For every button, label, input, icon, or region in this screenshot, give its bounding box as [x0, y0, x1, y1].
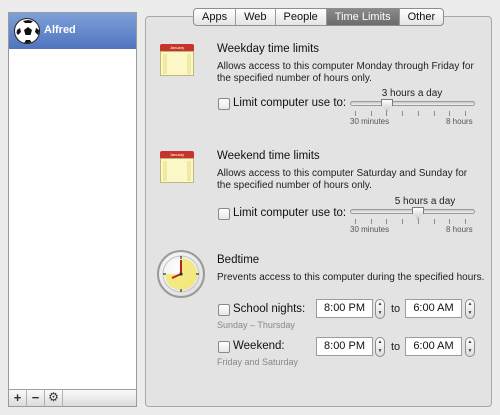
calendar-cell: [187, 177, 191, 181]
school-nights-to-label: to: [391, 303, 401, 315]
slider-tick: [402, 219, 403, 224]
slider-tick: [465, 111, 466, 116]
calendar-cell: [187, 70, 191, 74]
sidebar-toolbar: + − ⚙: [9, 389, 136, 406]
weekday-limit-checkbox[interactable]: [218, 98, 230, 110]
tab-apps[interactable]: Apps: [194, 9, 237, 25]
weekend-slider-ticks: [355, 219, 466, 224]
tab-web[interactable]: Web: [236, 9, 276, 25]
weekend-to-label: to: [391, 341, 401, 353]
slider-tick: [418, 219, 419, 224]
slider-tick: [434, 219, 435, 224]
weekend-end-time[interactable]: 6:00 AM: [405, 337, 462, 356]
weekend-bedtime-checkbox[interactable]: [218, 341, 230, 353]
tab-people[interactable]: People: [276, 9, 327, 25]
slider-tick: [355, 219, 356, 224]
slider-tick: [465, 219, 466, 224]
user-row-selected[interactable]: Alfred: [9, 13, 136, 49]
weekend-limit-label: Limit computer use to:: [233, 207, 347, 219]
slider-tick: [402, 111, 403, 116]
weekend-start-time[interactable]: 8:00 PM: [316, 337, 373, 356]
weekday-slider-track[interactable]: [350, 101, 475, 106]
weekend-value-label: 5 hours a day: [394, 196, 456, 207]
weekday-limit-label: Limit computer use to:: [233, 97, 347, 109]
weekend-end-stepper[interactable]: ▲ ▼: [465, 337, 475, 357]
weekday-value-label: 3 hours a day: [381, 88, 443, 99]
weekday-title: Weekday time limits: [217, 43, 320, 55]
slider-tick: [371, 111, 372, 116]
slider-tick: [418, 111, 419, 116]
weekday-max-label: 8 hours: [446, 117, 473, 126]
weekend-start-stepper[interactable]: ▲ ▼: [375, 337, 385, 357]
slider-tick: [386, 111, 387, 116]
remove-user-button[interactable]: −: [27, 390, 45, 406]
gear-icon[interactable]: ⚙: [45, 390, 63, 406]
school-nights-start-time[interactable]: 8:00 PM: [316, 299, 373, 318]
weekend-bedtime-days: Friday and Saturday: [217, 357, 299, 367]
weekend-calendar-icon: January: [160, 151, 194, 183]
slider-tick: [355, 111, 356, 116]
tab-time-limits[interactable]: Time Limits: [326, 9, 400, 25]
add-user-button[interactable]: +: [9, 390, 27, 406]
weekday-description: Allows access to this computer Monday th…: [217, 61, 474, 84]
school-nights-end-time[interactable]: 6:00 AM: [405, 299, 462, 318]
bedtime-title: Bedtime: [217, 254, 260, 266]
school-nights-checkbox[interactable]: [218, 304, 230, 316]
slider-tick: [449, 219, 450, 224]
tab-other[interactable]: Other: [400, 9, 444, 25]
weekday-min-label: 30 minutes: [350, 117, 390, 126]
school-nights-start-stepper[interactable]: ▲ ▼: [375, 299, 385, 319]
weekend-description: Allows access to this computer Saturday …: [217, 168, 468, 191]
tab-bar: Apps Web People Time Limits Other: [193, 8, 445, 26]
weekend-min-label: 30 minutes: [350, 225, 390, 234]
weekend-limit-checkbox[interactable]: [218, 208, 230, 220]
clock-icon: [157, 250, 205, 298]
bedtime-description: Prevents access to this computer during …: [217, 272, 485, 283]
soccer-ball-avatar-icon: [14, 18, 40, 44]
weekday-calendar-icon: January: [160, 44, 194, 76]
school-nights-end-stepper[interactable]: ▲ ▼: [465, 299, 475, 319]
slider-tick: [371, 219, 372, 224]
slider-tick: [434, 111, 435, 116]
school-nights-days: Sunday – Thursday: [217, 320, 295, 330]
user-list[interactable]: Alfred + − ⚙: [8, 12, 137, 407]
weekend-max-label: 8 hours: [446, 225, 473, 234]
weekend-bedtime-label: Weekend:: [233, 340, 285, 352]
user-name: Alfred: [44, 24, 76, 36]
weekend-title: Weekend time limits: [217, 150, 320, 162]
weekday-slider-ticks: [355, 111, 466, 116]
slider-tick: [449, 111, 450, 116]
slider-tick: [386, 219, 387, 224]
school-nights-label: School nights:: [233, 303, 306, 315]
